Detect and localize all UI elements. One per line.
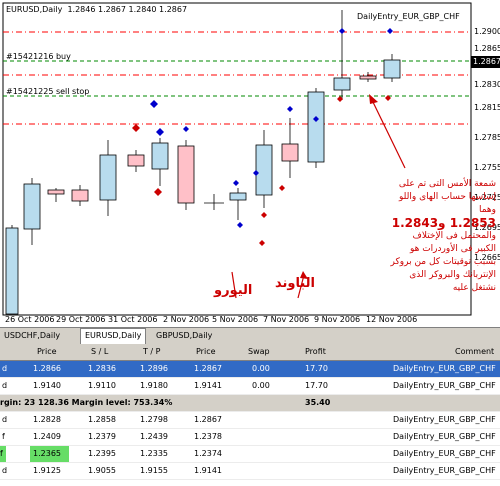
cell-comment: DailyEntry_EUR_GBP_CHF	[393, 364, 496, 373]
date-tick: 31 Oct 2006	[108, 315, 158, 324]
cell-sl: 1.2395	[88, 449, 116, 458]
date-tick: 5 Nov 2006	[212, 315, 259, 324]
price-tick: 1.2815	[474, 103, 500, 112]
cell-current: 1.2378	[194, 432, 222, 441]
cell-sl: 1.9055	[88, 466, 116, 475]
chart-title: EURUSD,Daily 1.2846 1.2867 1.2840 1.2867	[6, 5, 187, 15]
cell-comment: DailyEntry_EUR_GBP_CHF	[393, 432, 496, 441]
col-profit[interactable]: Profit	[305, 344, 326, 360]
col-tp[interactable]: T / P	[143, 344, 161, 360]
cell-price: 1.9140	[33, 381, 61, 390]
price-tick: 1.2785	[474, 133, 500, 142]
annotation-line: بسبب توقيتات كل من بروكر	[390, 257, 496, 267]
annotation-line: نشتغل عليه	[452, 283, 496, 293]
cell-tp: 1.9155	[140, 466, 168, 475]
cell-tp: 1.2439	[140, 432, 168, 441]
chart-tabs: USDCHF,Daily EURUSD,Daily GBPUSD,Daily	[0, 327, 500, 345]
col-price-current[interactable]: Price	[196, 344, 216, 360]
col-price[interactable]: Price	[37, 344, 57, 360]
sellstop-order-label: #15421225 sell stop	[6, 87, 90, 96]
table-row[interactable]: d 1.2866 1.2836 1.2896 1.2867 0.00 17.70…	[0, 361, 500, 378]
cell-price: 1.2409	[33, 432, 61, 441]
price-tick: 1.2900	[474, 27, 500, 36]
tab-usdchf[interactable]: USDCHF,Daily	[0, 329, 64, 343]
margin-summary: rgin: 23 128.36 Margin level: 753.34%	[0, 398, 173, 407]
annotation-line: شمعة الأمس التى تم على	[398, 179, 496, 189]
column-header-row: Price S / L T / P Price Swap Profit Comm…	[0, 344, 500, 361]
date-tick: 29 Oct 2006	[56, 315, 106, 324]
symbol-label: EURUSD,Daily	[6, 5, 63, 14]
col-comment[interactable]: Comment	[455, 344, 494, 360]
table-row[interactable]: d 1.9140 1.9110 1.9180 1.9141 0.00 17.70…	[0, 378, 500, 395]
cell-current: 1.9141	[194, 466, 222, 475]
date-tick: 2 Nov 2006	[163, 315, 210, 324]
buy-order-label: #15421216 buy	[6, 52, 71, 61]
cell-sl: 1.2858	[88, 415, 116, 424]
cell-sl: 1.2379	[88, 432, 116, 441]
table-row[interactable]: d 1.9125 1.9055 1.9155 1.9141 DailyEntry…	[0, 463, 500, 480]
cell-tp: 1.2798	[140, 415, 168, 424]
cell-current: 1.2867	[194, 415, 222, 424]
cell-profit: 17.70	[305, 381, 328, 390]
date-tick: 7 Nov 2006	[263, 315, 310, 324]
ohlc-values: 1.2846 1.2867 1.2840 1.2867	[67, 5, 188, 14]
table-row[interactable]: d 1.2828 1.2858 1.2798 1.2867 DailyEntry…	[0, 412, 500, 429]
trade-terminal: Price S / L T / P Price Swap Profit Comm…	[0, 344, 500, 486]
col-sl[interactable]: S / L	[91, 344, 108, 360]
cell-comment: DailyEntry_EUR_GBP_CHF	[393, 466, 496, 475]
date-tick: 26 Oct 2006	[5, 315, 55, 324]
cell-swap: 0.00	[252, 364, 270, 373]
current-price-box: 1.2867	[471, 56, 500, 68]
price-tick: 1.2830	[474, 80, 500, 89]
cell-tp: 1.9180	[140, 381, 168, 390]
cell-current: 1.9141	[194, 381, 222, 390]
cell-comment: DailyEntry_EUR_GBP_CHF	[393, 449, 496, 458]
cell-sl: 1.9110	[88, 381, 116, 390]
cell-type: d	[2, 415, 8, 424]
price-tick: 1.2865	[474, 44, 500, 53]
annotation-line: الإنتربانك والبروكر الذى	[409, 270, 496, 280]
cell-price: 1.9125	[33, 466, 61, 475]
tab-gbpusd[interactable]: GBPUSD,Daily	[152, 329, 216, 343]
annotation-line: والمحتمل فى الإختلاف	[412, 231, 496, 241]
cell-type: f	[2, 432, 5, 441]
cell-comment: DailyEntry_EUR_GBP_CHF	[393, 415, 496, 424]
annotation-line: إساسها حساب الهاى واللو	[398, 192, 496, 202]
cell-tp: 1.2896	[140, 364, 168, 373]
cell-profit: 17.70	[305, 364, 328, 373]
cell-type: d	[2, 364, 8, 373]
date-tick: 9 Nov 2006	[314, 315, 361, 324]
table-row[interactable]: f 1.2409 1.2379 1.2439 1.2378 DailyEntry…	[0, 429, 500, 446]
cell-sl: 1.2836	[88, 364, 116, 373]
total-profit: 35.40	[305, 398, 331, 407]
annotation-values: 1.2853 و1.2843	[391, 216, 496, 230]
annotation-line: الكبير فى الأوردرات هو	[409, 244, 496, 254]
cell-type: d	[2, 466, 8, 475]
cell-type: f	[0, 446, 6, 462]
euro-label: اليورو	[214, 283, 253, 298]
date-tick: 12 Nov 2006	[366, 315, 418, 324]
cell-current: 1.2374	[194, 449, 222, 458]
cell-current: 1.2867	[194, 364, 222, 373]
cell-tp: 1.2335	[140, 449, 168, 458]
summary-row: rgin: 23 128.36 Margin level: 753.34% 35…	[0, 395, 500, 412]
chart-window[interactable]: EURUSD,Daily 1.2846 1.2867 1.2840 1.2867…	[0, 0, 500, 326]
cell-type: d	[2, 381, 8, 390]
pound-label: الباوند	[275, 276, 315, 291]
ea-name-label: DailyEntry_EUR_GBP_CHF	[357, 12, 460, 21]
tab-eurusd[interactable]: EURUSD,Daily	[80, 328, 147, 345]
col-swap[interactable]: Swap	[248, 344, 270, 360]
cell-swap: 0.00	[252, 381, 270, 390]
price-tick: 1.2755	[474, 163, 500, 172]
arabic-annotation: شمعة الأمس التى تم على إساسها حساب الهاى…	[318, 178, 496, 295]
cell-price-highlight: 1.2365	[30, 446, 69, 462]
table-row[interactable]: f 1.2365 1.2395 1.2335 1.2374 DailyEntry…	[0, 446, 500, 463]
cell-comment: DailyEntry_EUR_GBP_CHF	[393, 381, 496, 390]
cell-price: 1.2828	[33, 415, 61, 424]
cell-price: 1.2866	[33, 364, 61, 373]
